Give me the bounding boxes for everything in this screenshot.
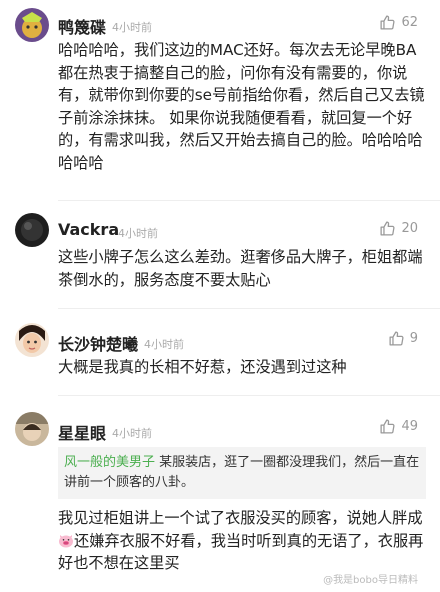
avatar[interactable]	[15, 213, 49, 247]
timestamp: 4小时前	[144, 338, 184, 351]
comment-text: 这些小牌子怎么这么差劲。逛奢侈品大牌子，柜姐都端茶倒水的，服务态度不要太贴心	[58, 248, 423, 289]
timestamp: 4小时前	[112, 21, 152, 34]
pig-face-emoji	[58, 532, 74, 547]
quoted-reply[interactable]: 风一般的美男子 某服装店，逛了一圈都没理我们，然后一直在讲前一个顾客的八卦。	[58, 447, 426, 499]
like-button[interactable]: 20	[379, 220, 418, 237]
like-count: 49	[401, 419, 418, 434]
like-count: 20	[401, 221, 418, 236]
like-count: 62	[401, 15, 418, 30]
avatar[interactable]	[15, 8, 49, 42]
quoted-username[interactable]: 风一般的美男子	[64, 455, 155, 470]
like-button[interactable]: 62	[379, 14, 418, 31]
like-button[interactable]: 49	[379, 418, 418, 435]
like-count: 9	[409, 331, 418, 346]
thumbs-up-icon	[380, 419, 395, 434]
timestamp: 4小时前	[112, 427, 152, 440]
like-button[interactable]: 9	[388, 330, 418, 347]
username[interactable]: Vackra	[58, 220, 119, 239]
thumbs-up-icon	[380, 221, 395, 236]
comment-text: 大概是我真的长相不好惹，还没遇到过这种	[58, 358, 347, 376]
comment-text: 哈哈哈哈，我们这边的MAC还好。每次去无论早晚BA都在热衷于搞整自己的脸，问你有…	[58, 41, 425, 172]
thumbs-up-icon	[380, 15, 395, 30]
comment-text-part-1: 我见过柜姐讲上一个试了衣服没买的顾客，说她人胖成	[58, 509, 423, 527]
comment-text: 我见过柜姐讲上一个试了衣服没买的顾客，说她人胖成还嫌弃衣服不好看，我当时听到真的…	[58, 507, 430, 575]
username[interactable]: 星星眼	[58, 420, 106, 444]
thumbs-up-icon	[389, 331, 404, 346]
timestamp: 4小时前	[118, 227, 158, 240]
watermark: @我是bobo导日精料	[323, 575, 418, 586]
comment-text-part-2: 还嫌弃衣服不好看，我当时听到真的无语了，衣服再好也不想在这里买	[58, 531, 424, 573]
avatar[interactable]	[15, 412, 49, 446]
username[interactable]: 长沙钟楚曦	[58, 331, 138, 355]
divider	[58, 308, 440, 309]
username[interactable]: 鸭篾碟	[58, 14, 106, 38]
avatar[interactable]	[15, 323, 49, 357]
divider	[58, 200, 440, 201]
divider	[58, 395, 440, 396]
